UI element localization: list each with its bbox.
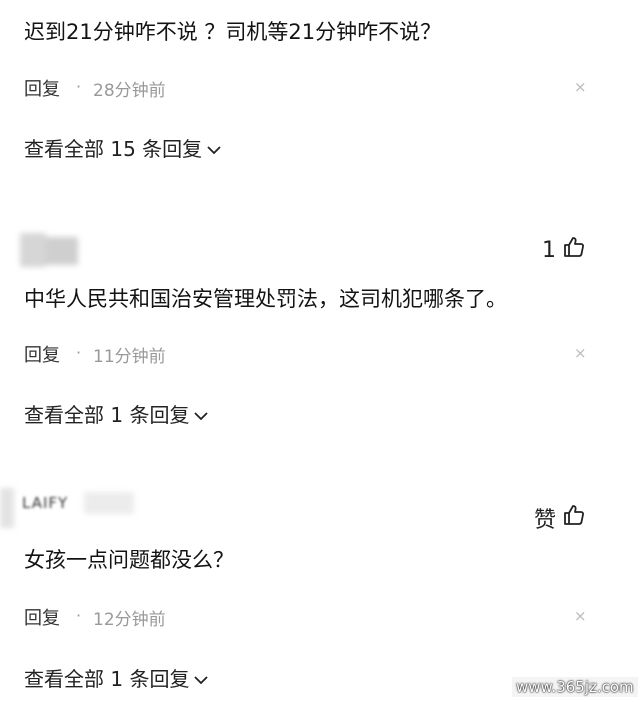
comment-text: 迟到21分钟咋不说 ？司机等21分钟咋不说？ xyxy=(24,20,442,44)
chevron-down-icon xyxy=(194,402,209,426)
close-icon[interactable]: × xyxy=(574,344,587,362)
like-button[interactable]: 赞 xyxy=(534,502,586,534)
reply-button[interactable]: 回复 xyxy=(24,341,60,367)
chevron-down-icon xyxy=(207,136,221,160)
view-all-label: 查看全部 15 条回复 xyxy=(24,137,203,161)
avatar[interactable] xyxy=(20,233,78,267)
view-all-replies-button[interactable]: 查看全部 1 条回复 xyxy=(24,399,209,428)
comment-3: LAIFY 赞 女孩一点问题都没么？ 回复 · 12分钟前 × 查看全部 1 条… xyxy=(0,480,640,702)
chevron-down-icon xyxy=(194,666,209,690)
reply-button[interactable]: 回复 xyxy=(24,604,60,630)
like-button[interactable]: 1 xyxy=(542,235,586,265)
comment-2: 1 中华人民共和国治安管理处罚法，这司机犯哪条了。 回复 · 11分钟前 × 查… xyxy=(0,220,640,440)
comment-time: 12分钟前 xyxy=(93,610,166,630)
comment-1: 迟到21分钟咋不说 ？司机等21分钟咋不说？ 回复 · 28分钟前 × 查看全部… xyxy=(0,0,640,180)
comment-time: 11分钟前 xyxy=(93,347,166,367)
view-all-replies-button[interactable]: 查看全部 15 条回复 xyxy=(24,133,221,162)
comment-text: 中华人民共和国治安管理处罚法，这司机犯哪条了。 xyxy=(24,287,507,311)
view-all-label: 查看全部 1 条回复 xyxy=(24,403,190,427)
close-icon[interactable]: × xyxy=(574,78,587,96)
avatar[interactable] xyxy=(0,488,20,528)
user-name[interactable]: LAIFY xyxy=(22,494,68,512)
meta-separator: · xyxy=(76,343,82,362)
comment-time: 28分钟前 xyxy=(93,81,166,101)
comment-text: 女孩一点问题都没么？ xyxy=(24,548,234,572)
close-icon[interactable]: × xyxy=(574,607,587,625)
name-blur-block xyxy=(84,492,134,514)
view-all-label: 查看全部 1 条回复 xyxy=(24,667,190,691)
thumbs-up-icon xyxy=(562,503,586,533)
like-count: 1 xyxy=(542,237,556,263)
reply-button[interactable]: 回复 xyxy=(24,75,60,101)
meta-separator: · xyxy=(76,77,82,96)
watermark: www.365jz.com xyxy=(512,677,638,697)
thumbs-up-icon xyxy=(562,235,586,265)
meta-separator: · xyxy=(76,606,82,625)
view-all-replies-button[interactable]: 查看全部 1 条回复 xyxy=(24,663,209,692)
like-label: 赞 xyxy=(534,508,557,533)
